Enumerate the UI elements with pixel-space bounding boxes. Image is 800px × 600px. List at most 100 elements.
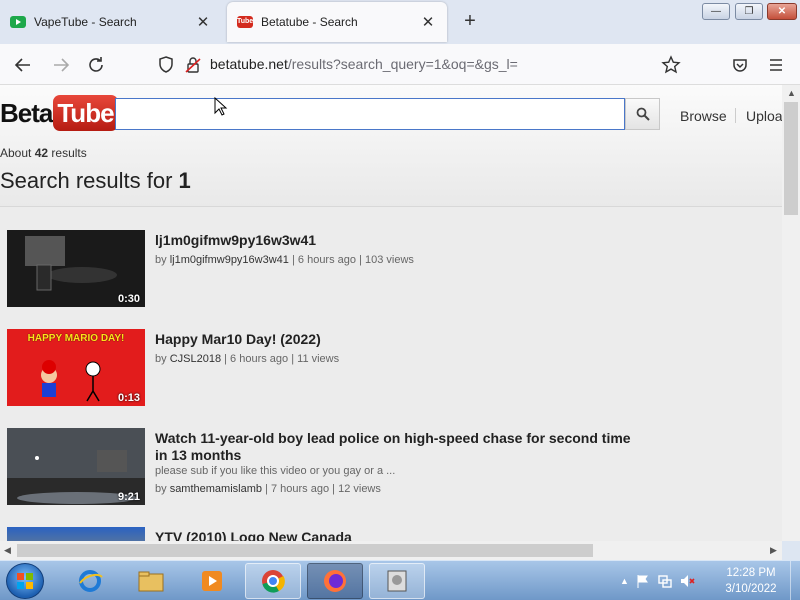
list-item: 0:30 lj1m0gifmw9py16w3w41 by lj1m0gifmw9…	[7, 230, 647, 310]
horizontal-scroll-thumb[interactable]	[17, 544, 593, 557]
scroll-right-arrow-icon[interactable]: ▶	[770, 545, 777, 556]
vertical-scroll-thumb[interactable]	[784, 102, 798, 215]
video-uploader-link[interactable]: CJSL2018	[170, 353, 221, 365]
vapetube-favicon-icon	[10, 16, 26, 28]
video-age: 6 hours ago	[297, 254, 357, 266]
firefox-taskbar-icon[interactable]	[307, 563, 363, 599]
pocket-icon[interactable]	[727, 52, 753, 78]
list-item: 9:21 Watch 11-year-old boy lead police o…	[7, 428, 647, 508]
video-title-link[interactable]: Watch 11-year-old boy lead police on hig…	[155, 430, 635, 464]
result-count-number: 42	[34, 146, 49, 160]
video-title-link[interactable]: lj1m0gifmw9py16w3w41	[155, 232, 635, 249]
upload-link[interactable]: Upload	[746, 108, 782, 124]
browser-tab-strip: VapeTube - Search ✕ Tube Betatube - Sear…	[0, 0, 800, 44]
scroll-left-arrow-icon[interactable]: ◀	[4, 545, 11, 556]
page-title: Search results for 1	[0, 168, 191, 194]
video-meta: by samthemamislamb | 7 hours ago | 12 vi…	[155, 483, 381, 495]
maximize-window-button[interactable]: ❐	[735, 3, 763, 20]
video-uploader-link[interactable]: lj1m0gifmw9py16w3w41	[170, 254, 289, 266]
video-thumbnail[interactable]: HAPPY MARIO DAY! 0:13	[7, 329, 145, 406]
clock-date: 3/10/2022	[725, 583, 777, 595]
network-icon[interactable]	[657, 573, 673, 589]
tab-vapetube[interactable]: VapeTube - Search ✕	[0, 2, 222, 42]
clock-time: 12:28 PM	[726, 567, 776, 579]
video-description: please sub if you like this video or you…	[155, 465, 396, 477]
logo-tube-text: Tube	[53, 95, 118, 131]
internet-explorer-taskbar-icon[interactable]	[62, 563, 118, 599]
video-duration: 0:30	[117, 293, 140, 305]
browse-link[interactable]: Browse	[680, 108, 727, 124]
heading-prefix: Search results for	[0, 168, 173, 193]
new-tab-button[interactable]: +	[458, 10, 482, 34]
tab-title: VapeTube - Search	[34, 15, 137, 29]
video-title-link[interactable]: YTV (2010) Logo New Canada	[155, 529, 635, 541]
video-duration: 0:13	[117, 392, 140, 404]
video-views: 103 views	[365, 254, 414, 266]
video-thumbnail[interactable]: 9:21	[7, 428, 145, 505]
meta-by: by	[155, 254, 167, 266]
windows-taskbar: ▲ 12:28 PM 3/10/2022	[0, 560, 800, 600]
start-button[interactable]	[6, 563, 44, 599]
video-age: 7 hours ago	[270, 483, 330, 495]
betatube-favicon-icon: Tube	[237, 16, 253, 28]
vertical-scrollbar[interactable]: ▲	[782, 85, 800, 541]
search-icon	[636, 107, 650, 121]
video-uploader-link[interactable]: samthemamislamb	[170, 483, 262, 495]
hamburger-menu-icon[interactable]	[763, 52, 789, 78]
scroll-up-arrow-icon[interactable]: ▲	[787, 88, 796, 98]
video-thumbnail[interactable]	[7, 527, 145, 541]
list-item: HAPPY MARIO DAY! 0:13 Happy Mar10 Day! (…	[7, 329, 647, 409]
logo-beta-text: Beta	[0, 97, 53, 128]
file-explorer-taskbar-icon[interactable]	[123, 563, 179, 599]
show-desktop-button[interactable]	[790, 561, 800, 600]
close-tab-icon[interactable]: ✕	[194, 13, 212, 31]
horizontal-scrollbar[interactable]: ◀ ▶	[0, 541, 782, 560]
search-button[interactable]	[625, 98, 660, 130]
action-center-flag-icon[interactable]	[635, 573, 651, 589]
video-title-link[interactable]: Happy Mar10 Day! (2022)	[155, 331, 635, 348]
video-age: 6 hours ago	[230, 353, 289, 365]
back-arrow-icon[interactable]	[10, 52, 36, 78]
meta-by: by	[155, 353, 167, 365]
site-header: BetaTube Browse Upload About 42 results …	[0, 85, 782, 207]
browser-nav-bar: betatube.net/results?search_query=1&oq=&…	[0, 44, 800, 85]
video-thumbnail[interactable]: 0:30	[7, 230, 145, 307]
bookmark-star-icon[interactable]	[658, 52, 684, 78]
app-window-taskbar-icon[interactable]	[369, 563, 425, 599]
url-path: /results?search_query=1&oq=&gs_l=	[287, 56, 518, 72]
volume-muted-icon[interactable]	[679, 573, 695, 589]
address-bar[interactable]: betatube.net/results?search_query=1&oq=&…	[210, 56, 518, 72]
list-item: YTV (2010) Logo New Canada	[7, 527, 647, 541]
insecure-lock-icon[interactable]	[180, 52, 206, 78]
video-meta: by CJSL2018 | 6 hours ago | 11 views	[155, 353, 340, 365]
minimize-window-button[interactable]: —	[702, 3, 730, 20]
thumbnail-caption: HAPPY MARIO DAY!	[27, 333, 125, 344]
result-count: About 42 results	[0, 146, 87, 160]
chrome-taskbar-icon[interactable]	[245, 563, 301, 599]
video-meta: by lj1m0gifmw9py16w3w41 | 6 hours ago | …	[155, 254, 414, 266]
forward-arrow-icon[interactable]	[48, 52, 74, 78]
close-window-button[interactable]: ✕	[767, 3, 797, 20]
search-input[interactable]	[115, 98, 625, 130]
media-player-taskbar-icon[interactable]	[184, 563, 240, 599]
betatube-logo[interactable]: Beta Tube	[0, 95, 118, 131]
shield-icon[interactable]	[153, 52, 179, 78]
system-tray: ▲	[620, 569, 695, 593]
nav-divider	[735, 108, 736, 123]
result-count-prefix: About	[0, 146, 32, 160]
close-tab-icon[interactable]: ✕	[419, 13, 437, 31]
reload-icon[interactable]	[83, 52, 109, 78]
heading-query: 1	[178, 168, 191, 193]
windows-logo-icon	[17, 573, 33, 589]
tab-title: Betatube - Search	[261, 15, 358, 29]
mouse-pointer-icon	[214, 97, 228, 116]
show-hidden-icons-icon[interactable]: ▲	[620, 576, 629, 586]
result-count-suffix: results	[51, 146, 87, 160]
page-viewport: BetaTube Browse Upload About 42 results …	[0, 85, 782, 541]
taskbar-clock[interactable]: 12:28 PM 3/10/2022	[718, 565, 784, 597]
video-views: 12 views	[338, 483, 381, 495]
video-views: 11 views	[297, 353, 340, 365]
tab-betatube[interactable]: Tube Betatube - Search ✕	[227, 2, 447, 42]
url-domain: betatube.net	[210, 56, 288, 72]
video-duration: 9:21	[117, 491, 140, 503]
